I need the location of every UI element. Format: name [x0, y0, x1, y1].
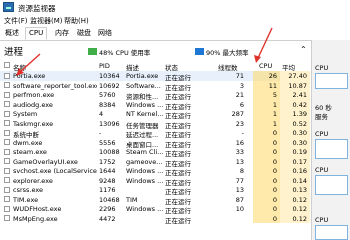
- arrow-to-cpu-column: [254, 27, 273, 63]
- arrow-to-name-column: [16, 53, 41, 76]
- annotation-arrows: [16, 27, 273, 76]
